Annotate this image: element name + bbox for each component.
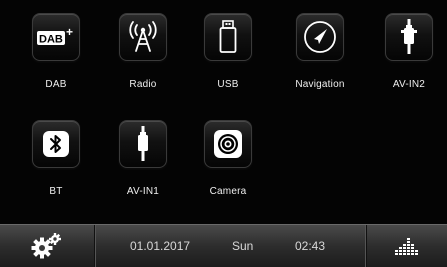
app-radio[interactable]: Radio <box>103 13 183 90</box>
app-label-dab: DAB <box>45 79 67 90</box>
app-avin2[interactable]: AV-IN2 <box>369 13 447 90</box>
app-label-avin2: AV-IN2 <box>392 79 426 90</box>
svg-text:+: + <box>66 25 73 39</box>
av-plug-icon <box>138 126 148 161</box>
status-date: 01.01.2017 <box>130 239 191 253</box>
compass-icon <box>304 21 336 53</box>
dab-tile[interactable]: DAB + <box>32 13 80 61</box>
status-info: 01.01.2017 Sun 02:43 <box>96 225 365 267</box>
app-navigation[interactable]: Navigation <box>280 13 360 90</box>
navigation-tile[interactable] <box>296 13 344 61</box>
app-grid: DAB + DAB Radio USB Navigation AV-IN2 BT… <box>0 0 447 225</box>
bottom-status-bar: 01.01.2017 Sun 02:43 <box>0 224 447 267</box>
app-label-bt: BT <box>49 186 63 197</box>
usb-tile[interactable] <box>204 13 252 61</box>
dab-logo-icon: DAB + <box>37 25 73 46</box>
app-label-avin1: AV-IN1 <box>126 186 160 197</box>
app-usb[interactable]: USB <box>188 13 268 90</box>
bt-tile[interactable] <box>32 120 80 168</box>
app-label-camera: Camera <box>209 186 247 197</box>
svg-text:DAB: DAB <box>39 34 63 46</box>
usb-drive-icon <box>219 20 237 53</box>
gear-icon <box>31 233 61 259</box>
home-screen: DAB + DAB Radio USB Navigation AV-IN2 BT… <box>0 0 447 267</box>
app-dab[interactable]: DAB + DAB <box>16 13 96 90</box>
equalizer-icon <box>395 238 418 255</box>
app-avin1[interactable]: AV-IN1 <box>103 120 183 197</box>
camera-tile[interactable] <box>204 120 252 168</box>
settings-button[interactable] <box>0 225 95 267</box>
bluetooth-icon <box>43 131 69 157</box>
app-camera[interactable]: Camera <box>188 120 268 197</box>
radio-tile[interactable] <box>119 13 167 61</box>
equalizer-button[interactable] <box>366 225 447 267</box>
avin1-tile[interactable] <box>119 120 167 168</box>
app-label-navigation: Navigation <box>295 79 345 90</box>
status-day: Sun <box>232 239 254 253</box>
camera-lens-icon <box>214 130 242 158</box>
app-bt[interactable]: BT <box>16 120 96 197</box>
radio-tower-icon <box>129 21 157 52</box>
app-label-usb: USB <box>217 79 239 90</box>
av-plug-icon <box>401 19 417 54</box>
avin2-tile[interactable] <box>385 13 433 61</box>
status-time: 02:43 <box>295 239 326 253</box>
app-label-radio: Radio <box>129 79 157 90</box>
